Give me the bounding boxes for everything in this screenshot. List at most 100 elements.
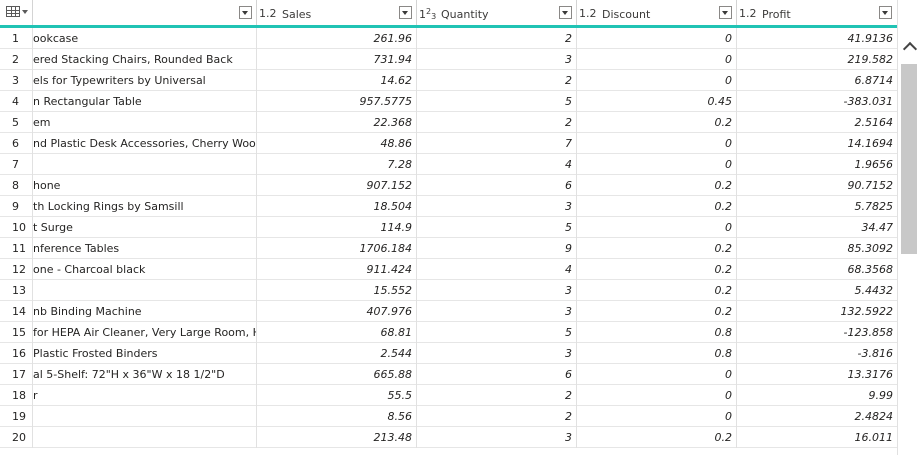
- row-index[interactable]: 3: [0, 70, 33, 91]
- column-header-sales[interactable]: 1.2 Sales: [257, 0, 417, 25]
- cell-profit[interactable]: 41.9136: [737, 28, 897, 49]
- decimal-type-icon[interactable]: 1.2: [579, 7, 597, 20]
- column-filter-dropdown-icon[interactable]: [559, 6, 572, 19]
- cell-discount[interactable]: 0.8: [577, 343, 737, 364]
- cell-product-name[interactable]: nference Tables: [33, 238, 257, 259]
- cell-quantity[interactable]: 3: [417, 343, 577, 364]
- cell-discount[interactable]: 0.2: [577, 196, 737, 217]
- table-row[interactable]: 2 ered Stacking Chairs, Rounded Back 731.9…: [0, 49, 897, 70]
- cell-product-name[interactable]: one - Charcoal black: [33, 259, 257, 280]
- cell-sales[interactable]: 48.86: [257, 133, 417, 154]
- cell-quantity[interactable]: 3: [417, 301, 577, 322]
- cell-sales[interactable]: 2.544: [257, 343, 417, 364]
- table-row[interactable]: 19 8.56 2 0 2.4824: [0, 406, 897, 427]
- cell-sales[interactable]: 15.552: [257, 280, 417, 301]
- decimal-type-icon[interactable]: 1.2: [259, 7, 277, 20]
- cell-quantity[interactable]: 2: [417, 28, 577, 49]
- table-row[interactable]: 20 213.48 3 0.2 16.011: [0, 427, 897, 448]
- cell-quantity[interactable]: 6: [417, 364, 577, 385]
- cell-sales[interactable]: 731.94: [257, 49, 417, 70]
- cell-product-name[interactable]: nd Plastic Desk Accessories, Cherry Wood: [33, 133, 257, 154]
- table-row[interactable]: 1 ookcase 261.96 2 0 41.9136: [0, 28, 897, 49]
- cell-discount[interactable]: 0: [577, 385, 737, 406]
- cell-quantity[interactable]: 5: [417, 217, 577, 238]
- cell-product-name[interactable]: [33, 154, 257, 175]
- cell-discount[interactable]: 0: [577, 217, 737, 238]
- cell-product-name[interactable]: em: [33, 112, 257, 133]
- chevron-up-icon[interactable]: [902, 41, 918, 57]
- cell-profit[interactable]: 132.5922: [737, 301, 897, 322]
- row-index[interactable]: 9: [0, 196, 33, 217]
- column-filter-dropdown-icon[interactable]: [719, 6, 732, 19]
- cell-product-name[interactable]: nb Binding Machine: [33, 301, 257, 322]
- row-index[interactable]: 13: [0, 280, 33, 301]
- column-filter-dropdown-icon[interactable]: [399, 6, 412, 19]
- row-index[interactable]: 4: [0, 91, 33, 112]
- cell-quantity[interactable]: 2: [417, 70, 577, 91]
- cell-sales[interactable]: 8.56: [257, 406, 417, 427]
- cell-sales[interactable]: 14.62: [257, 70, 417, 91]
- table-row[interactable]: 16 Plastic Frosted Binders 2.544 3 0.8 -3.816: [0, 343, 897, 364]
- cell-quantity[interactable]: 9: [417, 238, 577, 259]
- cell-profit[interactable]: 34.47: [737, 217, 897, 238]
- row-index[interactable]: 6: [0, 133, 33, 154]
- cell-discount[interactable]: 0: [577, 364, 737, 385]
- cell-discount[interactable]: 0.2: [577, 259, 737, 280]
- column-header-quantity[interactable]: 123 Quantity: [417, 0, 577, 25]
- cell-quantity[interactable]: 6: [417, 175, 577, 196]
- cell-profit[interactable]: 2.5164: [737, 112, 897, 133]
- cell-product-name[interactable]: [33, 406, 257, 427]
- cell-quantity[interactable]: 4: [417, 154, 577, 175]
- cell-sales[interactable]: 665.88: [257, 364, 417, 385]
- cell-product-name[interactable]: hone: [33, 175, 257, 196]
- row-index[interactable]: 19: [0, 406, 33, 427]
- cell-discount[interactable]: 0: [577, 154, 737, 175]
- column-header-discount[interactable]: 1.2 Discount: [577, 0, 737, 25]
- cell-quantity[interactable]: 3: [417, 196, 577, 217]
- vertical-scrollbar[interactable]: [897, 0, 923, 455]
- table-row[interactable]: 9th Locking Rings by Samsill 18.504 3 0.2 5.…: [0, 196, 897, 217]
- cell-discount[interactable]: 0.2: [577, 301, 737, 322]
- cell-profit[interactable]: 1.9656: [737, 154, 897, 175]
- table-row[interactable]: 15 for HEPA Air Cleaner, Very Large Room…: [0, 322, 897, 343]
- cell-product-name[interactable]: els for Typewriters by Universal: [33, 70, 257, 91]
- column-filter-dropdown-icon[interactable]: [239, 6, 252, 19]
- cell-product-name[interactable]: Plastic Frosted Binders: [33, 343, 257, 364]
- scrollbar-thumb[interactable]: [901, 64, 917, 254]
- row-index[interactable]: 15: [0, 322, 33, 343]
- row-index[interactable]: 12: [0, 259, 33, 280]
- row-index[interactable]: 8: [0, 175, 33, 196]
- cell-sales[interactable]: 957.5775: [257, 91, 417, 112]
- cell-quantity[interactable]: 4: [417, 259, 577, 280]
- cell-product-name[interactable]: r: [33, 385, 257, 406]
- cell-sales[interactable]: 1706.184: [257, 238, 417, 259]
- cell-discount[interactable]: 0.2: [577, 427, 737, 448]
- column-header-profit[interactable]: 1.2 Profit: [737, 0, 897, 25]
- table-row[interactable]: 12 one - Charcoal black 911.424 4 0.2 68.3568: [0, 259, 897, 280]
- cell-product-name[interactable]: th Locking Rings by Samsill: [33, 196, 257, 217]
- cell-profit[interactable]: -3.816: [737, 343, 897, 364]
- table-row[interactable]: 13 15.552 3 0.2 5.4432: [0, 280, 897, 301]
- cell-quantity[interactable]: 2: [417, 385, 577, 406]
- row-index[interactable]: 17: [0, 364, 33, 385]
- cell-profit[interactable]: -383.031: [737, 91, 897, 112]
- row-index[interactable]: 10: [0, 217, 33, 238]
- row-index[interactable]: 1: [0, 28, 33, 49]
- cell-sales[interactable]: 907.152: [257, 175, 417, 196]
- row-index[interactable]: 14: [0, 301, 33, 322]
- table-row[interactable]: 7 7.28 4 0 1.9656: [0, 154, 897, 175]
- cell-quantity[interactable]: 2: [417, 406, 577, 427]
- decimal-type-icon[interactable]: 1.2: [739, 7, 757, 20]
- cell-product-name[interactable]: [33, 427, 257, 448]
- cell-profit[interactable]: 6.8714: [737, 70, 897, 91]
- cell-discount[interactable]: 0.45: [577, 91, 737, 112]
- cell-discount[interactable]: 0.2: [577, 112, 737, 133]
- table-row[interactable]: 5 em 22.368 2 0.2 2.5164: [0, 112, 897, 133]
- cell-product-name[interactable]: ered Stacking Chairs, Rounded Back: [33, 49, 257, 70]
- cell-discount[interactable]: 0.2: [577, 238, 737, 259]
- table-row[interactable]: 11 nference Tables 1706.184 9 0.2 85.3092: [0, 238, 897, 259]
- row-index[interactable]: 16: [0, 343, 33, 364]
- cell-sales[interactable]: 55.5: [257, 385, 417, 406]
- column-filter-dropdown-icon[interactable]: [879, 6, 892, 19]
- cell-product-name[interactable]: al 5-Shelf: 72"H x 36"W x 18 1/2"D: [33, 364, 257, 385]
